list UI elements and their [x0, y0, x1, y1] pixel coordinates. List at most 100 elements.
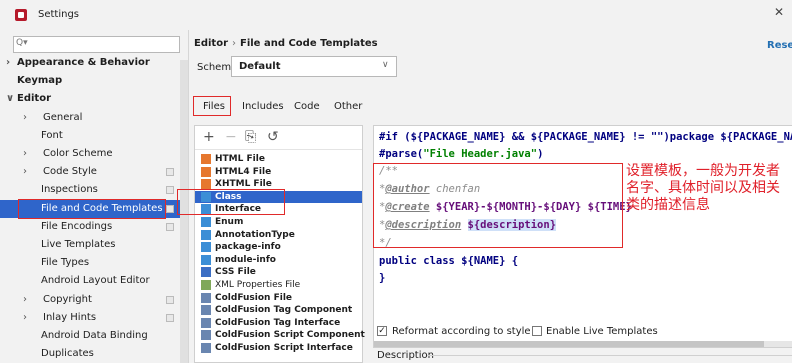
sidebar-item-label: Code Style — [43, 166, 97, 178]
remove-icon[interactable]: − — [225, 129, 237, 145]
template-item-enum[interactable]: Enum — [195, 216, 362, 228]
sidebar-item-inlay-hints[interactable]: › Inlay Hints — [0, 309, 188, 327]
code-line-1: #if (${PACKAGE_NAME} && ${PACKAGE_NAME} … — [379, 131, 792, 143]
sidebar-item-general[interactable]: › General — [0, 109, 188, 127]
sidebar-item-inspections[interactable]: Inspections — [0, 181, 188, 199]
list-toolbar: + − ⎘ ↺ — [195, 126, 362, 150]
template-item-label: ColdFusion Tag Component — [215, 305, 353, 316]
template-item-label: Enum — [215, 217, 244, 227]
template-item-module-info[interactable]: module-info — [195, 254, 362, 266]
description-label: Description — [377, 350, 434, 361]
template-item-label: ColdFusion Tag Interface — [215, 317, 341, 328]
sidebar-item-label: File Types — [41, 257, 90, 269]
sidebar-item-editor[interactable]: ∨ Editor — [0, 90, 188, 108]
template-item-label: module-info — [215, 254, 276, 265]
template-item-label: ColdFusion File — [215, 292, 293, 303]
chevron-right-icon[interactable]: › — [6, 54, 10, 72]
search-icon: Q▾ — [16, 38, 28, 48]
sidebar-item-copyright[interactable]: › Copyright — [0, 291, 188, 309]
reformat-checkbox[interactable]: ✓ — [377, 326, 387, 336]
sidebar-item-label: Android Layout Editor — [41, 275, 150, 287]
sidebar-item-android-data-binding[interactable]: Android Data Binding — [0, 327, 188, 345]
sidebar-item-code-style[interactable]: › Code Style — [0, 163, 188, 181]
template-item-label: HTML4 File — [215, 166, 272, 177]
code-string: "File Header.java" — [423, 148, 538, 160]
template-item-coldfusion-script-component[interactable]: ColdFusion Script Component — [195, 329, 365, 341]
reset-link[interactable]: Reset — [767, 40, 792, 51]
highlight-box-header-code — [373, 163, 623, 248]
chevron-right-icon[interactable]: › — [23, 291, 27, 309]
reset-icon[interactable]: ↺ — [267, 129, 279, 145]
template-item-package-info[interactable]: package-info — [195, 241, 362, 253]
highlight-box-files-tab — [193, 96, 231, 116]
template-item-annotationtype[interactable]: AnnotationType — [195, 229, 362, 241]
project-scope-icon — [166, 222, 174, 231]
template-item-coldfusion-file[interactable]: ColdFusion File — [195, 292, 362, 304]
chevron-right-icon[interactable]: › — [23, 145, 27, 163]
chevron-down-icon: ∨ — [382, 60, 389, 70]
template-list-panel: + − ⎘ ↺ HTML File HTML4 File XHTML File Cla… — [194, 125, 365, 363]
sidebar-item-duplicates[interactable]: Duplicates — [0, 345, 188, 363]
file-type-icon — [201, 343, 211, 353]
file-type-icon — [201, 317, 211, 328]
sidebar-item-label: Copyright — [43, 293, 92, 305]
sidebar-item-file-types[interactable]: File Types — [0, 254, 188, 272]
highlight-box-class — [177, 189, 285, 215]
editor-scroll-thumb[interactable] — [374, 341, 764, 347]
breadcrumb-parent[interactable]: Editor — [194, 38, 228, 49]
code-paren: ) — [537, 148, 544, 160]
code-line-8: public class ${NAME} { — [379, 255, 519, 267]
file-type-icon — [201, 305, 211, 316]
chevron-right-icon[interactable]: › — [23, 163, 27, 181]
sidebar-item-live-templates[interactable]: Live Templates — [0, 236, 188, 254]
template-item-html4-file[interactable]: HTML4 File — [195, 166, 362, 178]
file-type-icon — [201, 154, 211, 164]
template-item-coldfusion-script-interface[interactable]: ColdFusion Script Interface — [195, 342, 362, 354]
sidebar-item-font[interactable]: Font — [0, 127, 188, 145]
search-input[interactable]: Q▾ — [13, 36, 180, 53]
template-item-coldfusion-tag-component[interactable]: ColdFusion Tag Component — [195, 304, 362, 316]
template-item-label: AnnotationType — [215, 229, 295, 240]
editor-scrollbar[interactable] — [374, 341, 792, 347]
sidebar-item-label: Inlay Hints — [43, 311, 97, 323]
tab-includes[interactable]: Includes — [242, 101, 284, 112]
description-divider — [427, 355, 792, 356]
chevron-right-icon[interactable]: › — [23, 109, 27, 127]
template-item-coldfusion-tag-interface[interactable]: ColdFusion Tag Interface — [195, 317, 362, 329]
template-item-label: CSS File — [215, 267, 256, 278]
live-templates-checkbox[interactable] — [532, 326, 542, 336]
reformat-label: Reformat according to style — [392, 326, 531, 337]
file-type-icon — [201, 229, 211, 240]
app-icon — [15, 9, 27, 21]
sidebar-item-appearance-behavior[interactable]: › Appearance & Behavior — [0, 54, 188, 72]
sidebar-item-label: Appearance & Behavior — [17, 57, 150, 68]
close-icon[interactable]: ✕ — [774, 5, 784, 19]
file-type-icon — [201, 292, 211, 303]
file-type-icon — [201, 166, 211, 177]
template-item-xml-properties-file[interactable]: XML Properties File — [195, 279, 362, 291]
template-item-label: ColdFusion Script Component — [215, 330, 365, 341]
sidebar-item-label: Font — [41, 129, 63, 141]
tab-code[interactable]: Code — [294, 101, 320, 112]
add-icon[interactable]: + — [203, 129, 215, 145]
template-item-css-file[interactable]: CSS File — [195, 266, 362, 278]
file-type-icon — [201, 280, 211, 290]
project-scope-icon — [166, 204, 174, 213]
template-item-html-file[interactable]: HTML File — [195, 153, 362, 165]
title-bar: Settings ✕ — [0, 0, 792, 30]
window-title: Settings — [38, 9, 80, 20]
template-item-label: ColdFusion Script Interface — [215, 343, 353, 353]
breadcrumb: Editor › File and Code Templates — [194, 38, 378, 49]
sidebar-item-color-scheme[interactable]: › Color Scheme — [0, 145, 188, 163]
file-type-icon — [201, 330, 211, 341]
sidebar-item-file-encodings[interactable]: File Encodings — [0, 218, 188, 236]
copy-icon[interactable]: ⎘ — [245, 129, 256, 145]
scheme-select[interactable]: Default ∨ — [231, 56, 397, 77]
sidebar-item-label: Editor — [17, 93, 51, 105]
sidebar-item-keymap[interactable]: Keymap — [0, 72, 188, 90]
chevron-down-icon[interactable]: ∨ — [6, 90, 14, 108]
tab-other[interactable]: Other — [334, 101, 362, 112]
chevron-right-icon[interactable]: › — [23, 309, 27, 327]
sidebar-item-label: Color Scheme — [43, 148, 113, 159]
sidebar-item-android-layout-editor[interactable]: Android Layout Editor — [0, 272, 188, 290]
